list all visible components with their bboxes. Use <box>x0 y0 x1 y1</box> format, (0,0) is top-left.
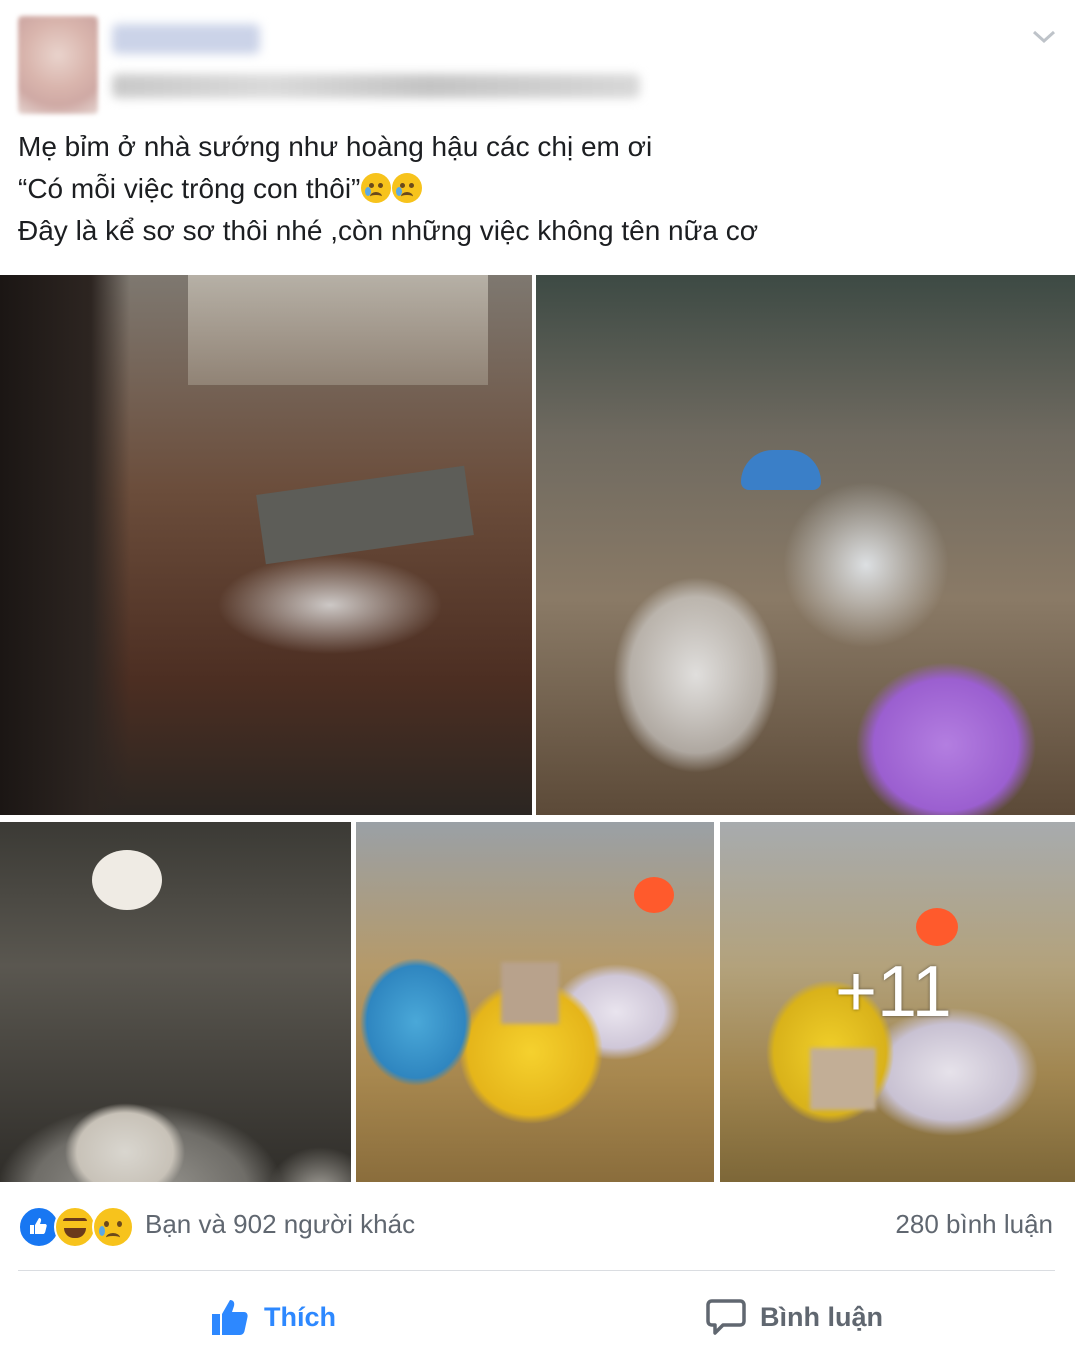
more-photos-count[interactable]: +11 <box>835 956 952 1028</box>
like-button[interactable]: Thích <box>210 1292 336 1342</box>
photo-child-laundry[interactable] <box>356 822 714 1182</box>
sad-icon <box>92 1206 134 1248</box>
crying-emoji-icon <box>361 173 392 203</box>
photo-pixelated-area <box>810 1048 876 1110</box>
photo-pixelated-area <box>501 962 559 1024</box>
like-label: Thích <box>264 1301 336 1332</box>
post-meta <box>112 74 640 98</box>
photo-detail <box>741 450 821 490</box>
comment-icon <box>706 1299 746 1335</box>
post-header <box>0 0 1075 115</box>
post-text-line: Mẹ bỉm ở nhà sướng như hoàng hậu các chị… <box>18 131 653 162</box>
comment-label: Bình luận <box>760 1301 883 1332</box>
photo-detail <box>0 275 130 815</box>
thumbs-up-icon <box>212 1300 248 1335</box>
comments-count[interactable]: 280 bình luận <box>895 1209 1053 1240</box>
photo-baby-bottles[interactable] <box>536 275 1075 815</box>
photo-messy-table[interactable] <box>0 275 532 815</box>
post-text-line: “Có mỗi việc trông con thôi” <box>18 168 1058 210</box>
author-name[interactable] <box>112 24 260 54</box>
divider <box>18 1270 1055 1271</box>
photo-detail <box>188 275 488 385</box>
post-text: Mẹ bỉm ở nhà sướng như hoàng hậu các chị… <box>18 126 1058 252</box>
photo-detail <box>634 877 674 913</box>
haha-icon <box>54 1206 96 1248</box>
reactions-text[interactable]: Bạn và 902 người khác <box>145 1209 415 1240</box>
photo-detail <box>92 850 162 910</box>
photo-detail <box>256 465 474 565</box>
author-avatar[interactable] <box>18 16 98 114</box>
reactions-summary[interactable]: Bạn và 902 người khác <box>18 1206 498 1248</box>
photo-dirty-dishes[interactable] <box>0 822 351 1182</box>
chevron-down-icon[interactable] <box>1031 28 1057 46</box>
photo-more[interactable]: +11 <box>720 822 1075 1182</box>
post-text-line: Đây là kể sơ sơ thôi nhé ,còn những việc… <box>18 215 759 246</box>
photo-detail <box>916 908 958 946</box>
crying-emoji-icon <box>392 173 423 203</box>
comment-button[interactable]: Bình luận <box>706 1292 883 1342</box>
